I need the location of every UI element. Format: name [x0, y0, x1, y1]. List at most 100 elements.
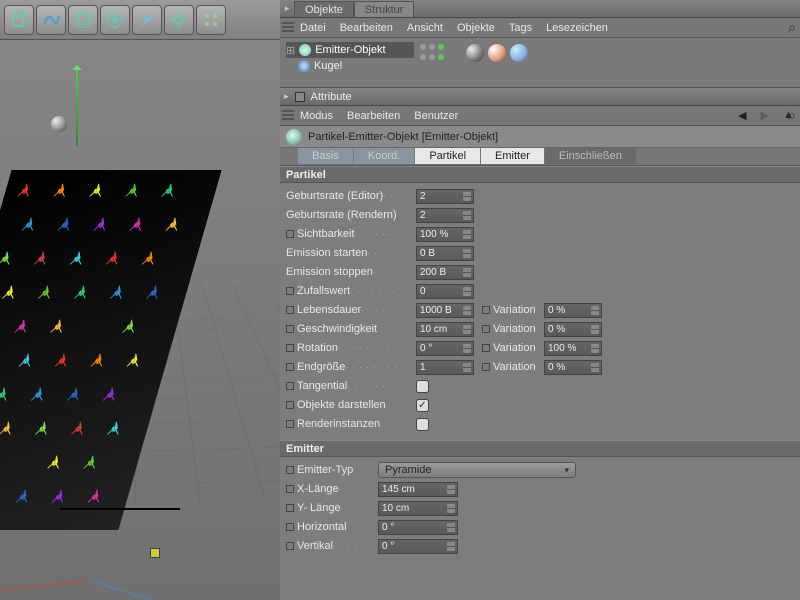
tab-emitter[interactable]: Emitter	[481, 148, 544, 164]
nav-back-icon[interactable]: ◀	[738, 109, 746, 122]
emitter-params: Emitter-TypPyramide X-Länge . . .145 cm …	[280, 457, 800, 562]
viewport-3d[interactable]	[0, 40, 280, 600]
tree-item-kugel[interactable]: Kugel	[286, 58, 414, 74]
particle-icon	[53, 216, 76, 234]
lock-icon[interactable]	[295, 92, 305, 102]
particle-icon	[0, 250, 17, 268]
deformer-tool[interactable]	[132, 5, 162, 35]
particle-icon	[161, 216, 184, 234]
axis-handle[interactable]	[150, 548, 160, 558]
tree-item-emitter[interactable]: ⊞ Emitter-Objekt	[286, 42, 414, 58]
particle-icon	[86, 352, 109, 370]
attribute-header: ▸ Attribute	[280, 88, 800, 106]
object-name: Partikel-Emitter-Objekt [Emitter-Objekt]	[308, 131, 498, 143]
sphere-object[interactable]	[51, 116, 67, 132]
particle-icon	[102, 250, 125, 268]
menu-ansicht[interactable]: Ansicht	[407, 22, 443, 34]
lebensdauer-var-input[interactable]: 0 %	[544, 303, 602, 318]
particle-icon	[30, 250, 53, 268]
y-laenge-input[interactable]: 10 cm	[378, 501, 458, 516]
zufallswert-input[interactable]: 0	[416, 284, 474, 299]
menu-bearbeiten[interactable]: Bearbeiten	[340, 22, 393, 34]
particle-icon	[125, 216, 148, 234]
particle-icon	[27, 386, 50, 404]
material-tag[interactable]	[510, 44, 528, 62]
axis-y	[76, 66, 78, 146]
horizontal-input[interactable]: 0 °	[378, 520, 458, 535]
particle-icon	[83, 488, 106, 506]
menu-datei[interactable]: Datei	[300, 22, 326, 34]
particle-icon	[0, 284, 21, 302]
rotation-input[interactable]: 0 °	[416, 341, 474, 356]
emission-stop-input[interactable]: 200 B	[416, 265, 474, 280]
emission-start-input[interactable]: 0 B	[416, 246, 474, 261]
nav-fwd-icon[interactable]: ▶	[761, 109, 769, 122]
particle-icon	[66, 250, 89, 268]
geschwindigkeit-input[interactable]: 10 cm	[416, 322, 474, 337]
menu-modus[interactable]: Modus	[300, 110, 333, 122]
menu-tags[interactable]: Tags	[509, 22, 532, 34]
partikel-params: Geburtsrate (Editor) . .2 Geburtsrate (R…	[280, 183, 800, 440]
particle-icon	[10, 318, 33, 336]
tab-koord[interactable]: Koord.	[354, 148, 414, 164]
main-toolbar	[0, 0, 280, 40]
menu-objekte[interactable]: Objekte	[457, 22, 495, 34]
particle-icon	[0, 352, 1, 370]
object-name-row: Partikel-Emitter-Objekt [Emitter-Objekt]	[280, 126, 800, 148]
particle-icon	[138, 250, 161, 268]
rotation-var-input[interactable]: 100 %	[544, 341, 602, 356]
tab-basis[interactable]: Basis	[298, 148, 353, 164]
menu-bearbeiten[interactable]: Bearbeiten	[347, 110, 400, 122]
nurbs-tool[interactable]	[68, 5, 98, 35]
birthrate-render-input[interactable]: 2	[416, 208, 474, 223]
particle-icon	[13, 182, 36, 200]
endgroesse-input[interactable]: 1	[416, 360, 474, 375]
lebensdauer-input[interactable]: 1000 B	[416, 303, 474, 318]
search-icon[interactable]: ⌕	[788, 107, 796, 124]
particle-icon	[0, 386, 14, 404]
generator-tool[interactable]	[100, 5, 130, 35]
visibility-dots[interactable]	[420, 38, 460, 87]
menu-benutzer[interactable]: Benutzer	[414, 110, 458, 122]
renderinstanzen-checkbox[interactable]	[416, 418, 429, 431]
drag-handle-icon[interactable]	[282, 110, 294, 122]
section-partikel: Partikel	[280, 166, 800, 183]
menu-lesezeichen[interactable]: Lesezeichen	[546, 22, 608, 34]
emitter-typ-dropdown[interactable]: Pyramide	[378, 462, 576, 478]
x-laenge-input[interactable]: 145 cm	[378, 482, 458, 497]
spline-tool[interactable]	[36, 5, 66, 35]
cube-tool[interactable]	[4, 5, 34, 35]
vertikal-input[interactable]: 0 °	[378, 539, 458, 554]
particle-icon	[118, 318, 141, 336]
birthrate-editor-input[interactable]: 2	[416, 189, 474, 204]
tab-objekte[interactable]: Objekte	[294, 1, 354, 17]
geschwindigkeit-var-input[interactable]: 0 %	[544, 322, 602, 337]
tab-partikel[interactable]: Partikel	[415, 148, 480, 164]
object-manager-menu: Datei Bearbeiten Ansicht Objekte Tags Le…	[280, 18, 800, 38]
material-tag[interactable]	[488, 44, 506, 62]
collapse-icon[interactable]: ▸	[284, 91, 289, 102]
object-manager-tabs: ▸ Objekte Struktur	[280, 0, 800, 18]
tab-struktur[interactable]: Struktur	[354, 1, 415, 17]
attribute-menu: Modus Bearbeiten Benutzer ◀ ▶ ▲ ⌕	[280, 106, 800, 126]
particle-icon	[43, 454, 66, 472]
objekte-darstellen-checkbox[interactable]: ✓	[416, 399, 429, 412]
particle-icon	[47, 488, 70, 506]
endgroesse-var-input[interactable]: 0 %	[544, 360, 602, 375]
particle-icon	[89, 216, 112, 234]
sichtbarkeit-input[interactable]: 100 %	[416, 227, 474, 242]
search-icon[interactable]: ⌕	[788, 19, 796, 36]
particle-icon	[106, 284, 129, 302]
material-tag[interactable]	[466, 44, 484, 62]
particle-icon	[31, 420, 54, 438]
object-type-icon	[286, 129, 302, 145]
attribute-mode-tabs: Basis Koord. Partikel Emitter Einschließ…	[280, 148, 800, 166]
sphere-icon	[298, 60, 310, 72]
drag-handle-icon[interactable]	[282, 22, 294, 34]
tab-einschliessen[interactable]: Einschließen	[545, 148, 636, 164]
collapse-icon[interactable]: ▸	[280, 3, 294, 14]
camera-tool[interactable]	[196, 5, 226, 35]
tangential-checkbox[interactable]	[416, 380, 429, 393]
particle-icon	[99, 386, 122, 404]
environment-tool[interactable]	[164, 5, 194, 35]
